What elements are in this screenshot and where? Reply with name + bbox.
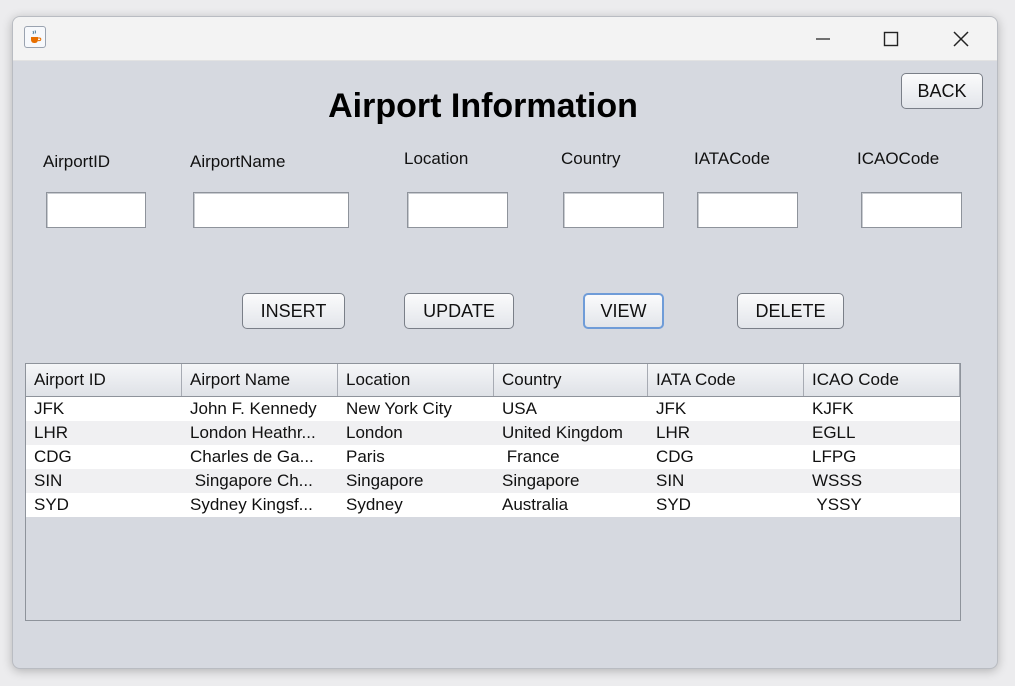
table-cell: JFK (34, 399, 65, 418)
update-button[interactable]: UPDATE (404, 293, 514, 329)
table-cell: JFK (656, 399, 687, 418)
airport-name-field[interactable] (193, 192, 349, 228)
table-cell: Paris (346, 447, 385, 466)
table-cell: United Kingdom (502, 423, 623, 442)
table-cell: LFPG (812, 447, 857, 466)
insert-button[interactable]: INSERT (242, 293, 345, 329)
maximize-icon (883, 31, 899, 46)
close-button[interactable] (931, 17, 991, 60)
table-cell: New York City (346, 399, 452, 418)
table-cell: Singapore (502, 471, 580, 490)
table-cell: CDG (34, 447, 72, 466)
column-header-airport-name[interactable]: Airport Name (182, 364, 338, 396)
table-cell: Singapore (346, 471, 424, 490)
column-header-iata-code[interactable]: IATA Code (648, 364, 804, 396)
table-cell: Singapore Ch... (190, 471, 313, 490)
minimize-button[interactable] (793, 17, 853, 60)
location-field[interactable] (407, 192, 508, 228)
iata-code-label: IATACode (694, 149, 770, 168)
title-bar[interactable] (13, 17, 997, 61)
table-row[interactable]: JFK John F. Kennedy New York City USA JF… (26, 397, 960, 421)
airport-id-field[interactable] (46, 192, 146, 228)
column-header-airport-id[interactable]: Airport ID (26, 364, 182, 396)
view-button[interactable]: VIEW (583, 293, 664, 329)
java-cup-icon (24, 26, 46, 48)
table-body: JFK John F. Kennedy New York City USA JF… (26, 397, 960, 517)
table-row[interactable]: LHR London Heathr... London United Kingd… (26, 421, 960, 445)
app-window: Airport Information BACK AirportID Airpo… (12, 16, 998, 669)
country-label: Country (561, 149, 621, 168)
delete-button[interactable]: DELETE (737, 293, 844, 329)
table-cell: SYD (656, 495, 691, 514)
table-row[interactable]: SYD Sydney Kingsf... Sydney Australia SY… (26, 493, 960, 517)
page-title: Airport Information (328, 87, 638, 125)
column-header-country[interactable]: Country (494, 364, 648, 396)
table-cell: Australia (502, 495, 569, 514)
icao-code-field[interactable] (861, 192, 962, 228)
airport-table[interactable]: Airport ID Airport Name Location Country… (25, 363, 961, 621)
table-cell: EGLL (812, 423, 856, 442)
airport-id-label: AirportID (43, 152, 111, 171)
table-cell: KJFK (812, 399, 854, 418)
column-header-icao-code[interactable]: ICAO Code (804, 364, 960, 396)
table-cell: SYD (34, 495, 69, 514)
icao-code-label: ICAOCode (857, 149, 940, 168)
table-cell: Charles de Ga... (190, 447, 314, 466)
location-label: Location (404, 149, 469, 168)
table-header: Airport ID Airport Name Location Country… (26, 364, 960, 397)
airport-name-label: AirportName (190, 152, 286, 171)
table-cell: WSSS (812, 471, 863, 490)
maximize-button[interactable] (861, 17, 921, 60)
table-cell: YSSY (812, 495, 862, 514)
table-cell: John F. Kennedy (190, 399, 317, 418)
country-field[interactable] (563, 192, 664, 228)
iata-code-field[interactable] (697, 192, 798, 228)
close-icon (953, 30, 969, 47)
table-row[interactable]: CDG Charles de Ga... Paris France CDG LF… (26, 445, 960, 469)
back-button[interactable]: BACK (901, 73, 983, 109)
table-cell: SIN (34, 471, 63, 490)
table-cell: SIN (656, 471, 685, 490)
table-cell: LHR (34, 423, 69, 442)
table-cell: France (502, 447, 560, 466)
table-cell: Sydney (346, 495, 403, 514)
minimize-icon (816, 37, 830, 40)
table-cell: LHR (656, 423, 691, 442)
table-cell: London (346, 423, 403, 442)
table-cell: CDG (656, 447, 694, 466)
table-cell: USA (502, 399, 537, 418)
table-row[interactable]: SIN Singapore Ch... Singapore Singapore … (26, 469, 960, 493)
table-cell: Sydney Kingsf... (190, 495, 313, 514)
table-cell: London Heathr... (190, 423, 316, 442)
column-header-location[interactable]: Location (338, 364, 494, 396)
